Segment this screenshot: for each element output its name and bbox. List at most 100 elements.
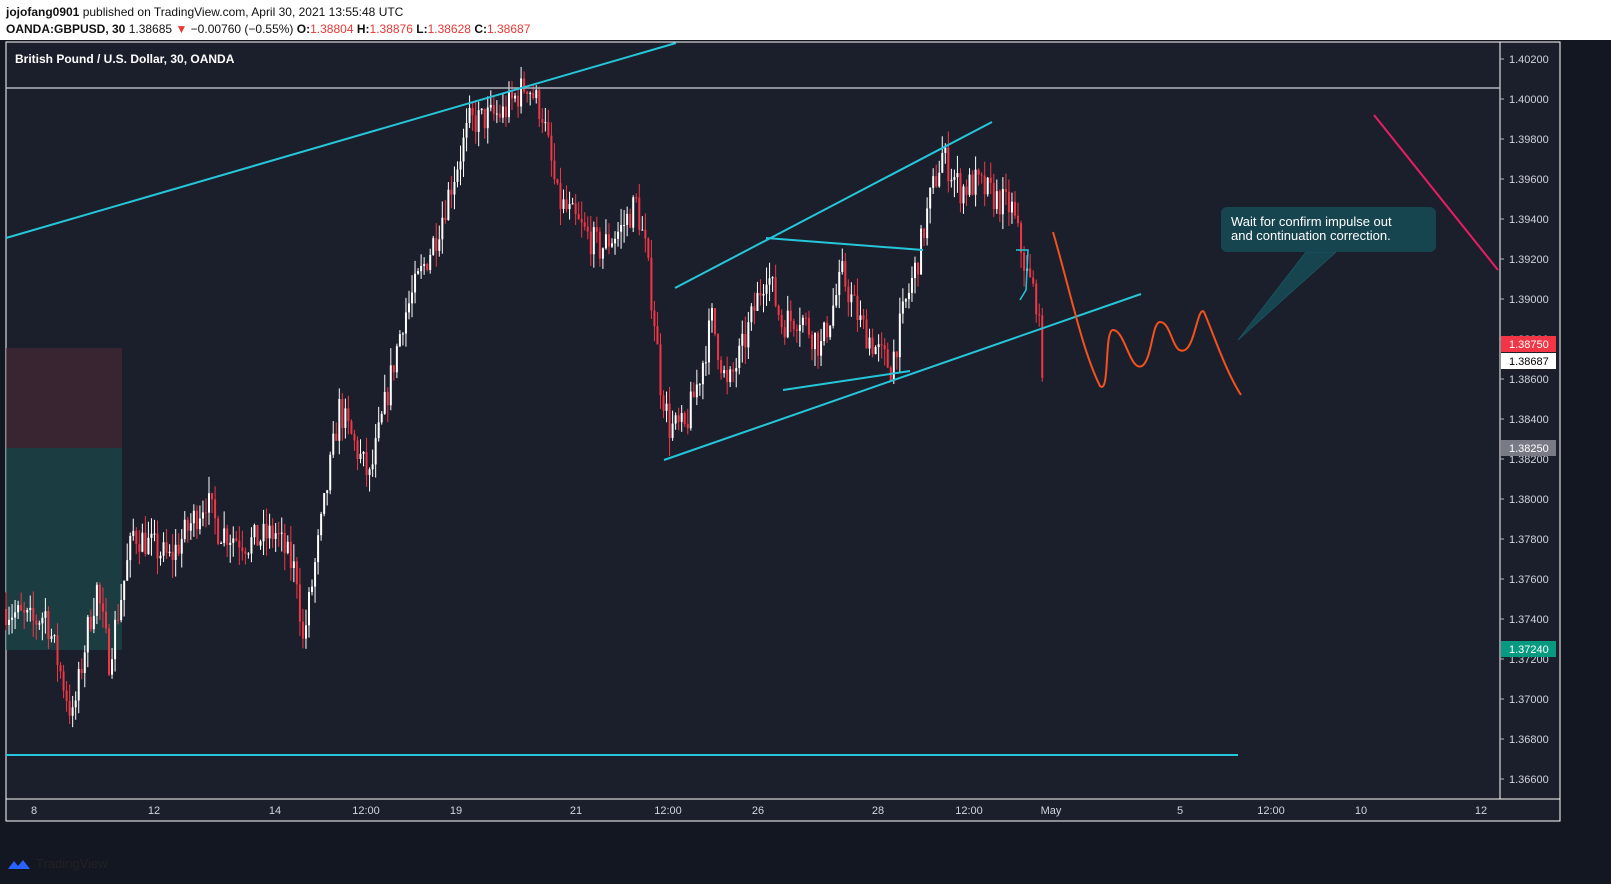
candle-body — [1013, 201, 1016, 216]
candle-body — [835, 295, 838, 306]
candle-body — [847, 286, 850, 303]
candle-body — [783, 327, 786, 338]
y-tick-label: 1.39600 — [1509, 174, 1549, 186]
candle-body — [1020, 223, 1023, 253]
candle-body — [311, 586, 314, 593]
candle-body — [992, 182, 995, 210]
candle-body — [486, 107, 489, 129]
candle-body — [256, 524, 259, 546]
candle-body — [665, 403, 668, 411]
candle-body — [35, 620, 38, 625]
candle-body — [574, 203, 577, 214]
candle-body — [268, 525, 271, 539]
tradingview-brand[interactable]: TradingView — [6, 856, 108, 871]
candle-body — [598, 231, 601, 259]
candle-body — [341, 399, 344, 428]
candle-body — [332, 433, 335, 455]
candle-body — [295, 561, 298, 585]
candle-body — [671, 423, 674, 438]
candle-body — [674, 415, 677, 424]
candle-body — [83, 652, 86, 673]
candle-body — [529, 92, 532, 95]
candle-body — [492, 104, 495, 114]
candle-body — [877, 344, 880, 348]
candle-body — [86, 616, 89, 653]
candle-body — [968, 174, 971, 195]
candle-body — [520, 78, 523, 107]
candle-body — [495, 113, 498, 115]
x-tick-label: 26 — [752, 805, 764, 817]
candle-body — [247, 553, 250, 555]
candle-body — [774, 277, 777, 306]
candle-body — [586, 226, 589, 232]
candle-body — [1017, 215, 1020, 224]
candle-body — [974, 169, 977, 195]
candle-body — [441, 217, 444, 240]
candle-body — [862, 315, 865, 320]
candle-body — [947, 147, 950, 182]
candle-body — [810, 334, 813, 350]
candle-body — [917, 262, 920, 275]
candle-body — [762, 293, 765, 296]
candle-body — [786, 310, 789, 338]
candle-body — [41, 617, 44, 624]
candle-body — [920, 228, 923, 275]
candle-body — [456, 169, 459, 182]
candle-body — [795, 329, 798, 331]
y-tick-label: 1.40200 — [1509, 54, 1549, 66]
x-tick-label: 10 — [1355, 805, 1367, 817]
candle-body — [1041, 315, 1044, 378]
candle-body — [614, 238, 617, 244]
candle-body — [468, 107, 471, 123]
candle-body — [453, 181, 456, 195]
candle-body — [411, 292, 414, 304]
candle-body — [26, 610, 29, 613]
candle-body — [280, 532, 283, 534]
candle-body — [720, 360, 723, 374]
candle-body — [780, 315, 783, 328]
candle-body — [850, 294, 853, 303]
candle-body — [277, 533, 280, 535]
candle-body — [241, 547, 244, 552]
candle-body — [162, 542, 165, 556]
price-chart[interactable]: 1.40200 1.40000 1.39800 1.39600 1.39400 1.392… — [0, 0, 1611, 884]
candle-body — [756, 292, 759, 311]
candle-body — [301, 621, 304, 639]
candle-body — [380, 413, 383, 423]
candle-body — [111, 659, 114, 675]
callout-text: and continuation correction. — [1231, 228, 1391, 243]
candle-body — [701, 363, 704, 385]
candle-body — [768, 278, 771, 285]
candle-body — [714, 308, 717, 335]
candle-body — [507, 91, 510, 118]
candle-body — [180, 539, 183, 554]
candle-body — [489, 104, 492, 108]
candle-body — [226, 528, 229, 545]
candle-body — [959, 173, 962, 204]
candle-body — [347, 408, 350, 422]
candle-body — [544, 122, 547, 124]
candle-body — [177, 544, 180, 554]
candle-body — [826, 322, 829, 338]
candle-body — [289, 541, 292, 569]
candle-body — [565, 199, 568, 210]
candle-body — [641, 229, 644, 231]
candle-body — [398, 334, 401, 347]
candle-body — [844, 260, 847, 287]
candle-body — [838, 271, 841, 296]
candle-body — [777, 305, 780, 316]
candle-body — [262, 523, 265, 542]
candle-body — [823, 322, 826, 342]
candle-body — [907, 292, 910, 300]
x-tick-label: 14 — [269, 805, 281, 817]
candle-body — [517, 95, 520, 107]
candle-body — [592, 227, 595, 255]
candle-body — [765, 284, 768, 294]
candle-body — [11, 617, 14, 620]
candle-body — [208, 493, 211, 513]
candle-body — [868, 337, 871, 349]
candle-body — [326, 490, 329, 494]
candle-body — [629, 213, 632, 228]
price-label: 1.38750 — [1509, 339, 1549, 351]
candle-body — [562, 199, 565, 209]
